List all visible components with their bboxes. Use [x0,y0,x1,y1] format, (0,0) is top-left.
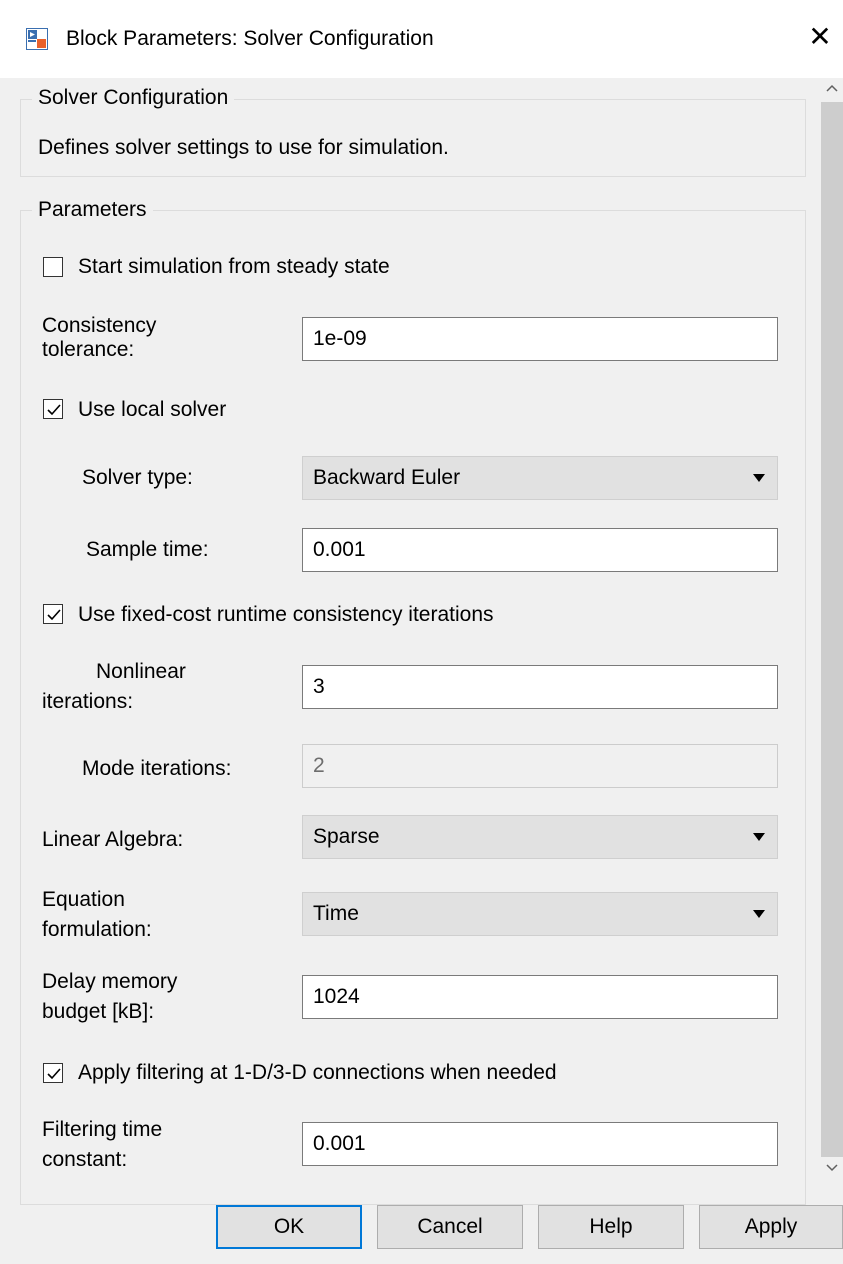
apply-filtering-checkbox[interactable] [43,1063,63,1083]
linear-algebra-value: Sparse [313,825,380,848]
close-icon: ✕ [808,21,832,52]
mode-iterations-input: 2 [302,744,778,788]
window-title: Block Parameters: Solver Configuration [66,27,434,50]
equation-formulation-value: Time [313,902,359,925]
delay-memory-input[interactable]: 1024 [302,975,778,1019]
mode-iterations-label: Mode iterations: [82,757,232,780]
caret-down-icon [753,833,765,841]
use-local-solver-label: Use local solver [78,398,227,421]
chevron-up-icon[interactable] [820,78,843,100]
solver-type-value: Backward Euler [313,466,461,489]
caret-down-icon [753,910,765,918]
nonlinear-iterations-value: 3 [313,675,325,698]
checkmark-icon [47,1068,61,1080]
nonlinear-iterations-label-line2: iterations: [42,690,134,713]
consistency-tolerance-value: 1e-09 [313,327,367,350]
use-local-solver-checkbox[interactable] [43,399,63,419]
linear-algebra-dropdown[interactable]: Sparse [302,815,778,859]
help-button[interactable]: Help [538,1205,684,1249]
filtering-time-input[interactable]: 0.001 [302,1122,778,1166]
consistency-tolerance-label-text: Consistency tolerance: [42,314,157,361]
delay-memory-label-line1: Delay memory [42,970,178,993]
solver-type-label: Solver type: [82,466,193,489]
parameters-legend: Parameters [32,198,153,222]
sample-time-value: 0.001 [313,538,366,561]
delay-memory-label-line2: budget [kB]: [42,1000,155,1023]
solver-type-dropdown[interactable]: Backward Euler [302,456,778,500]
description-legend: Solver Configuration [32,86,235,110]
equation-formulation-label-line1: Equation [42,888,125,911]
description-text: Defines solver settings to use for simul… [38,136,449,159]
simulink-block-icon [26,28,48,50]
checkmark-icon [47,404,61,416]
title-bar: Block Parameters: Solver Configuration ✕ [0,0,843,78]
delay-memory-value: 1024 [313,985,360,1008]
mode-iterations-value: 2 [313,754,325,777]
dialog-body: Solver Configuration Defines solver sett… [0,78,843,1264]
fixed-cost-checkbox[interactable] [43,604,63,624]
ok-button[interactable]: OK [216,1205,362,1249]
scrollbar-thumb[interactable] [821,102,843,1157]
start-steady-state-checkbox[interactable] [43,257,63,277]
sample-time-label: Sample time: [86,538,209,561]
nonlinear-iterations-input[interactable]: 3 [302,665,778,709]
close-button[interactable]: ✕ [797,14,843,60]
caret-down-icon [753,474,765,482]
vertical-scrollbar[interactable] [820,78,843,1203]
start-steady-state-label: Start simulation from steady state [78,255,390,278]
nonlinear-iterations-label-line1: Nonlinear [96,660,186,683]
filtering-time-label-line1: Filtering time [42,1118,163,1141]
linear-algebra-label: Linear Algebra: [42,828,184,851]
fixed-cost-label: Use fixed-cost runtime consistency itera… [78,603,494,626]
cancel-button[interactable]: Cancel [377,1205,523,1249]
consistency-tolerance-input[interactable]: 1e-09 [302,317,778,361]
apply-button[interactable]: Apply [699,1205,843,1249]
sample-time-input[interactable]: 0.001 [302,528,778,572]
apply-filtering-label: Apply filtering at 1-D/3-D connections w… [78,1061,557,1084]
filtering-time-value: 0.001 [313,1132,366,1155]
checkmark-icon [47,609,61,621]
equation-formulation-label-line2: formulation: [42,918,152,941]
filtering-time-label-line2: constant: [42,1148,128,1171]
equation-formulation-dropdown[interactable]: Time [302,892,778,936]
consistency-tolerance-label: Consistency tolerance: [42,314,222,362]
chevron-down-icon[interactable] [820,1158,843,1180]
